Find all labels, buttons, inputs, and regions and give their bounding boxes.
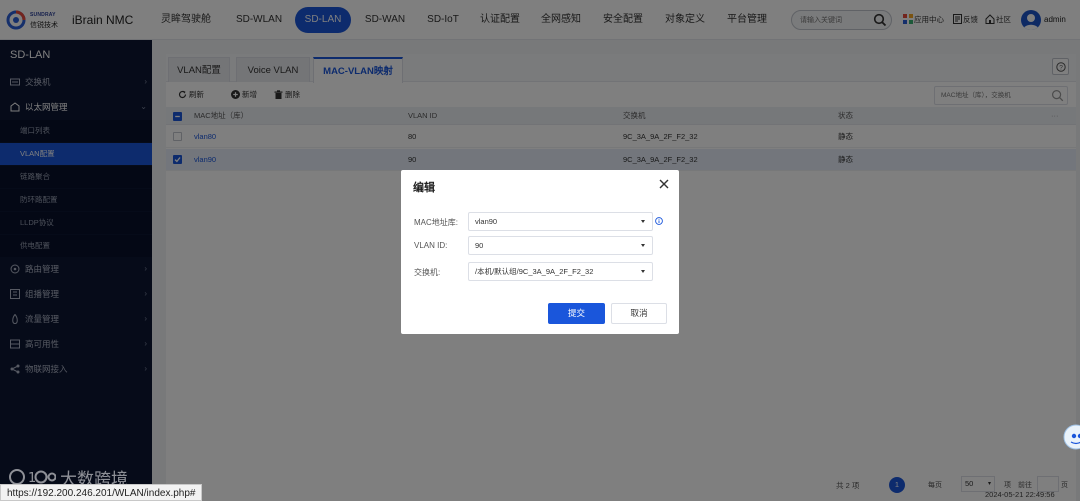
close-icon[interactable] bbox=[657, 177, 671, 191]
cancel-button[interactable]: 取消 bbox=[611, 303, 667, 324]
switch-label: 交换机: bbox=[414, 268, 441, 277]
switch-value: /本机/默认组/9C_3A_9A_2F_F2_32 bbox=[475, 267, 594, 276]
dialog-title: 编辑 bbox=[413, 182, 435, 194]
caret-down-icon bbox=[641, 244, 645, 247]
vlan-id-label: VLAN ID: bbox=[414, 241, 448, 250]
switch-select[interactable]: /本机/默认组/9C_3A_9A_2F_F2_32 bbox=[468, 262, 653, 281]
submit-button[interactable]: 提交 bbox=[548, 303, 605, 324]
mac-library-select[interactable]: vlan90 bbox=[468, 212, 653, 231]
mac-library-value: vlan90 bbox=[475, 217, 498, 226]
caret-down-icon bbox=[641, 220, 645, 223]
caret-down-icon bbox=[641, 270, 645, 273]
vlan-id-value: 90 bbox=[475, 241, 484, 250]
mac-library-label: MAC地址库: bbox=[414, 218, 458, 227]
status-bar-url: https://192.200.246.201/WLAN/index.php# bbox=[0, 484, 203, 501]
vlan-id-select[interactable]: 90 bbox=[468, 236, 653, 255]
assistant-bot-icon[interactable] bbox=[1060, 420, 1080, 454]
edit-dialog: 编辑 MAC地址库: vlan90 VLAN ID: 90 交换机: /本机/默… bbox=[401, 170, 679, 334]
info-icon[interactable] bbox=[655, 217, 663, 225]
